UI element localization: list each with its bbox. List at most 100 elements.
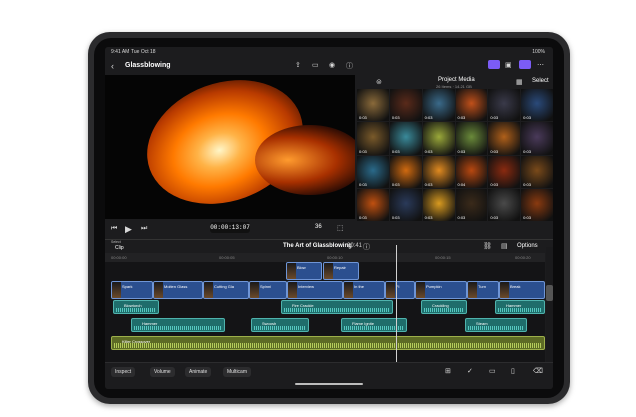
- options-button[interactable]: Options: [517, 243, 538, 249]
- media-thumbnail[interactable]: 0:03: [521, 155, 553, 188]
- timeline-zoom-slider[interactable]: [546, 247, 553, 362]
- ruler-tick: 00:00:00: [111, 255, 127, 260]
- camera-icon[interactable]: ▭: [312, 61, 319, 69]
- app-screen: 9:41 AM Tue Oct 18 100% ‹ Glassblowing ⇪…: [105, 47, 553, 389]
- media-thumbnail[interactable]: 0:03: [422, 188, 455, 221]
- playhead[interactable]: [396, 245, 397, 362]
- chevron-left-icon[interactable]: ‹: [111, 61, 114, 71]
- thumbnail-duration: 0:03: [523, 148, 531, 154]
- media-thumbnail[interactable]: 0:03: [488, 89, 521, 122]
- clip-audio[interactable]: Steam: [465, 318, 527, 332]
- snapshot-icon[interactable]: ▤: [501, 242, 508, 250]
- thumbnail-duration: 0:03: [359, 148, 367, 154]
- status-battery: 100%: [532, 49, 545, 55]
- media-thumbnail[interactable]: 0:04: [455, 155, 488, 188]
- thumbnail-duration: 0:03: [391, 115, 400, 121]
- media-thumbnail[interactable]: 0:03: [488, 122, 521, 155]
- media-thumbnail[interactable]: 0:03: [455, 188, 488, 221]
- detach-icon[interactable]: ▯: [511, 367, 515, 375]
- thumbnail-duration: 0:03: [391, 215, 400, 220]
- video-viewer[interactable]: [105, 75, 355, 219]
- browser-title: Project Media: [438, 77, 475, 83]
- aspect-icon[interactable]: ⬚: [337, 224, 344, 232]
- timeline[interactable]: Blow Repair Spark Molten Glass Cutting G…: [105, 262, 545, 362]
- checkmark-icon[interactable]: ✓: [467, 367, 473, 375]
- clip-primary[interactable]: Turn: [467, 281, 499, 299]
- project-bar: Select Clip The Art of Glassblowing 00:4…: [105, 239, 553, 254]
- clip-primary[interactable]: In the: [343, 281, 385, 299]
- clip-primary[interactable]: Molten Glass: [153, 281, 203, 299]
- media-thumbnail[interactable]: 0:03: [521, 89, 553, 122]
- media-thumbnail[interactable]: 0:03: [422, 155, 455, 188]
- media-thumbnail[interactable]: 0:03: [357, 155, 389, 188]
- timeline-ruler[interactable]: 00:00:00 00:00:05 00:00:10 00:00:15 00:0…: [105, 253, 545, 262]
- step-back-icon[interactable]: ⏮: [111, 225, 117, 233]
- step-forward-icon[interactable]: ⏭: [141, 225, 147, 233]
- clip-primary[interactable]: Fi: [385, 281, 415, 299]
- project-name: The Art of Glassblowing: [283, 243, 352, 249]
- grid-icon[interactable]: ▦: [516, 78, 523, 86]
- media-thumbnail[interactable]: 0:03: [488, 155, 521, 188]
- info-icon[interactable]: ⓘ: [346, 61, 353, 71]
- voiceover-icon[interactable]: ◉: [329, 61, 335, 69]
- thumbnail-duration: 0:03: [424, 181, 433, 187]
- photos-view-icon[interactable]: [488, 60, 500, 69]
- volume-button[interactable]: Volume: [150, 367, 175, 377]
- thumbnail-duration: 0:03: [457, 215, 466, 220]
- clip-connected[interactable]: Blow: [286, 262, 322, 280]
- clip-music[interactable]: Killer Crossover: [111, 336, 545, 350]
- clip-audio[interactable]: Hammer: [495, 300, 545, 314]
- clip-audio[interactable]: Swoosh: [251, 318, 309, 332]
- clip-primary[interactable]: Cutting Gla: [203, 281, 249, 299]
- select-button[interactable]: Select: [532, 78, 549, 84]
- thumbnail-duration: 0:03: [490, 215, 499, 220]
- link-icon[interactable]: ⛓: [483, 242, 492, 250]
- clip-audio[interactable]: Flame Ignite: [341, 318, 407, 332]
- clip-primary[interactable]: Pumpkin: [415, 281, 467, 299]
- media-thumbnail[interactable]: 0:03: [389, 155, 422, 188]
- clip-primary[interactable]: Break: [499, 281, 545, 299]
- media-thumbnail[interactable]: 0:03: [357, 89, 389, 122]
- more-icon[interactable]: ⋯: [537, 61, 544, 69]
- media-thumbnail[interactable]: 0:03: [521, 122, 553, 155]
- clip-primary[interactable]: Spinni: [249, 281, 287, 299]
- trim-icon[interactable]: ⊞: [445, 367, 451, 375]
- inspector-icon[interactable]: [519, 60, 531, 69]
- project-duration: 00:41: [347, 243, 363, 249]
- media-thumbnail[interactable]: 0:03: [422, 122, 455, 155]
- media-thumbnail[interactable]: 0:03: [521, 188, 553, 221]
- share-icon[interactable]: ⇪: [295, 61, 301, 69]
- media-thumbnail[interactable]: 0:03: [455, 122, 488, 155]
- media-thumbnail[interactable]: 0:03: [357, 188, 389, 221]
- media-thumbnail[interactable]: 0:03: [357, 122, 389, 155]
- thumbnail-duration: 0:03: [424, 115, 433, 121]
- thumbnail-duration: 0:03: [523, 181, 531, 187]
- play-icon[interactable]: ▶: [125, 224, 132, 235]
- filter-icon[interactable]: ⊜: [376, 78, 382, 86]
- multicam-button[interactable]: Multicam: [223, 367, 252, 377]
- animate-button[interactable]: Animate: [185, 367, 212, 377]
- browser-icon[interactable]: ▣: [505, 61, 512, 69]
- media-thumbnail[interactable]: 0:03: [488, 188, 521, 221]
- media-thumbnail[interactable]: 0:03: [389, 188, 422, 221]
- clip-audio[interactable]: Blowtorch: [113, 300, 159, 314]
- thumbnail-duration: 0:03: [391, 148, 400, 154]
- media-thumbnail[interactable]: 0:03: [389, 122, 422, 155]
- delete-icon[interactable]: ⌫: [533, 367, 543, 375]
- clip-audio[interactable]: Crackling: [421, 300, 467, 314]
- media-thumbnail[interactable]: 0:03: [389, 89, 422, 122]
- media-thumbnail[interactable]: 0:03: [455, 89, 488, 122]
- clip-connected[interactable]: Repair: [323, 262, 359, 280]
- clip-primary[interactable]: Interview: [287, 281, 343, 299]
- split-icon[interactable]: ▭: [489, 367, 496, 375]
- zoom-level[interactable]: 36: [315, 224, 322, 230]
- clip-audio[interactable]: Hammer: [131, 318, 225, 332]
- clip-primary[interactable]: Spark: [111, 281, 153, 299]
- media-thumbnail[interactable]: 0:03: [422, 89, 455, 122]
- timecode-display: 00:00:13:07: [210, 222, 250, 233]
- info-icon[interactable]: ⓘ: [363, 242, 370, 252]
- inspect-button[interactable]: Inspect: [111, 367, 136, 377]
- thumbnail-duration: 0:04: [457, 181, 466, 187]
- clip-audio[interactable]: Fire Crackle: [281, 300, 393, 314]
- slider-thumb[interactable]: [546, 285, 553, 301]
